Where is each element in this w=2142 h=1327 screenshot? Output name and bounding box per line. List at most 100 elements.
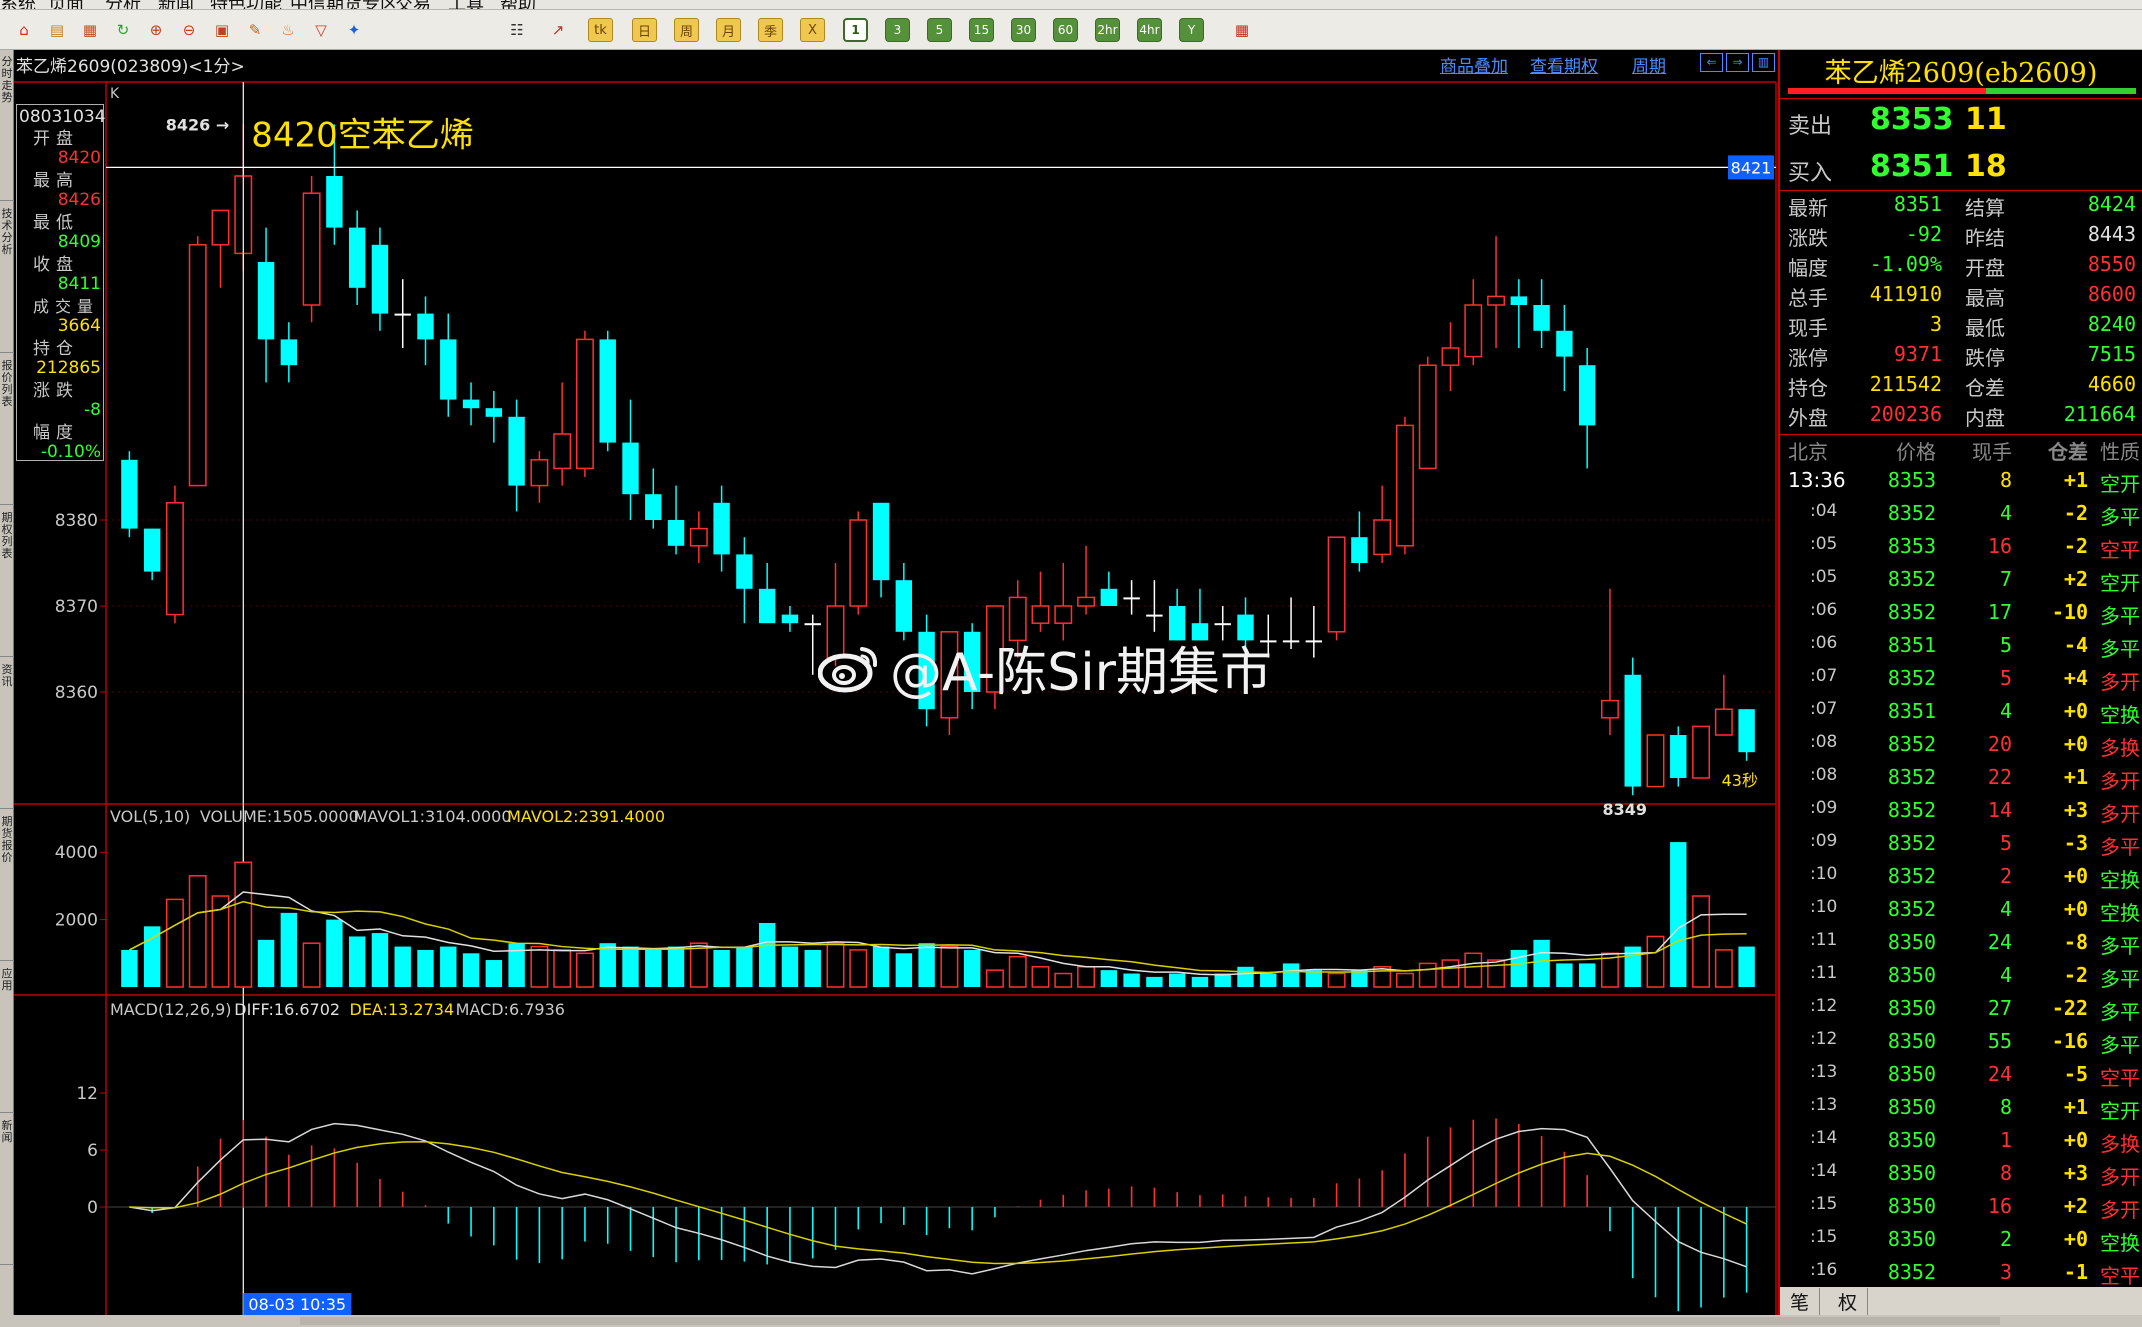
tick-row[interactable]: :04 8352 4 -2 多平 [1780, 501, 2142, 534]
home-icon[interactable]: ⌂ [12, 18, 36, 42]
chart-arrows[interactable]: ⇐ ⇒ ▥ [1700, 53, 1775, 72]
tick-row[interactable]: 13:36 8353 8 +1 空开 [1780, 468, 2142, 501]
tick-row[interactable]: :11 8350 4 -2 多平 [1780, 963, 2142, 996]
tick-row[interactable]: :11 8350 24 -8 多平 [1780, 930, 2142, 963]
volume-bar [1578, 963, 1596, 987]
volume-bar [1441, 959, 1460, 988]
tick-row[interactable]: :07 8351 4 +0 空换 [1780, 699, 2142, 732]
quote-label: 昨结 [1965, 226, 2005, 250]
refresh-icon[interactable]: ↻ [111, 18, 135, 42]
season-icon[interactable]: 季 [758, 18, 783, 42]
x-icon[interactable]: X [800, 18, 825, 42]
tick-row[interactable]: :07 8352 5 +4 多开 [1780, 666, 2142, 699]
tick-row[interactable]: :09 8352 5 -3 多平 [1780, 831, 2142, 864]
quote-footer-tab[interactable]: 笔 [1780, 1288, 1821, 1315]
filter-icon[interactable]: ▽ [309, 18, 333, 42]
tick-row[interactable]: :12 8350 55 -16 多平 [1780, 1029, 2142, 1062]
tick-icon[interactable]: tk [588, 18, 613, 42]
candle-body [849, 519, 868, 607]
tick-row[interactable]: :08 8352 20 +0 多换 [1780, 732, 2142, 765]
tick-row[interactable]: :13 8350 24 -5 空平 [1780, 1062, 2142, 1095]
cycle-3[interactable]: 3 [885, 18, 910, 42]
tick-row[interactable]: :06 8352 17 -10 多平 [1780, 600, 2142, 633]
arrow-left-icon[interactable]: ⇐ [1700, 53, 1723, 72]
cycle-1[interactable]: 1 [843, 18, 868, 42]
macd-label: DEA:13.2734 [350, 1000, 455, 1019]
tick-row[interactable]: :10 8352 4 +0 空换 [1780, 897, 2142, 930]
link-overlay[interactable]: 商品叠加 [1440, 52, 1508, 77]
candle-body [1282, 640, 1300, 643]
tick-time: :12 [1810, 996, 1838, 1016]
menu-item[interactable]: 工具 [448, 0, 484, 9]
cycle-2hr[interactable]: 2hr [1095, 18, 1120, 42]
tick-row[interactable]: :08 8352 22 +1 多开 [1780, 765, 2142, 798]
data-label: 幅度 [33, 423, 79, 443]
menu-item[interactable]: 特色功能 [210, 0, 282, 9]
volume-bar [188, 875, 207, 988]
cycle-15[interactable]: 15 [969, 18, 994, 42]
tick-volume: 5 [1999, 831, 2012, 855]
calendar-icon[interactable]: ▦ [1230, 18, 1254, 42]
tick-row[interactable]: :12 8350 27 -22 多平 [1780, 996, 2142, 1029]
volume-bar [257, 939, 275, 987]
candle-body [165, 502, 184, 616]
new-icon[interactable]: ✦ [342, 18, 366, 42]
arrow-right-icon[interactable]: ⇒ [1726, 53, 1749, 72]
month-icon[interactable]: 月 [716, 18, 741, 42]
zoom-in-icon[interactable]: ⊕ [144, 18, 168, 42]
tick-row[interactable]: :15 8350 16 +2 多开 [1780, 1194, 2142, 1227]
fire-icon[interactable]: ♨ [276, 18, 300, 42]
candle-body [1556, 330, 1573, 357]
volume-bar [895, 953, 913, 987]
chart-icon[interactable]: ▦ [78, 18, 102, 42]
week-icon[interactable]: 周 [674, 18, 699, 42]
menu-item[interactable]: 交易 [395, 0, 431, 9]
tick-row[interactable]: :06 8351 5 -4 多平 [1780, 633, 2142, 666]
link-options[interactable]: 查看期权 [1530, 52, 1598, 77]
window-icon[interactable]: ▣ [210, 18, 234, 42]
volume-bar [1077, 966, 1096, 988]
tick-row[interactable]: :10 8352 2 +0 空换 [1780, 864, 2142, 897]
trend-icon[interactable]: ↗ [546, 18, 570, 42]
cycle-30[interactable]: 30 [1011, 18, 1036, 42]
quote-footer-tab[interactable]: 权 [1828, 1288, 1869, 1315]
tick-row[interactable]: :05 8352 7 +2 空开 [1780, 567, 2142, 600]
tick-row[interactable]: :05 8353 16 -2 空平 [1780, 534, 2142, 567]
table-icon[interactable]: ☷ [505, 18, 529, 42]
sell-price: 8353 [1870, 102, 1954, 137]
tick-row[interactable]: :09 8352 14 +3 多开 [1780, 798, 2142, 831]
menu-item[interactable]: 页面 [48, 0, 84, 9]
tick-header-cell: 现手 [1972, 440, 2012, 464]
cycle-Y[interactable]: Y [1179, 18, 1204, 42]
cycle-4hr[interactable]: 4hr [1137, 18, 1162, 42]
tick-row[interactable]: :15 8350 2 +0 空换 [1780, 1227, 2142, 1260]
tick-time: :15 [1810, 1227, 1838, 1247]
cycle-5[interactable]: 5 [927, 18, 952, 42]
menu-item[interactable]: 系统 [0, 0, 36, 9]
zoom-out-icon[interactable]: ⊖ [177, 18, 201, 42]
tick-time: :07 [1810, 666, 1838, 686]
tick-row[interactable]: :14 8350 1 +0 多换 [1780, 1128, 2142, 1161]
candle-body [1123, 597, 1140, 600]
menu-item[interactable]: 分析 [105, 0, 141, 9]
volume-bar [781, 946, 799, 987]
quote-label: 最高 [1965, 286, 2005, 310]
tick-row[interactable]: :13 8350 8 +1 空开 [1780, 1095, 2142, 1128]
volume-bar [165, 898, 184, 988]
cycle-60[interactable]: 60 [1053, 18, 1078, 42]
folder-icon[interactable]: ▤ [45, 18, 69, 42]
menu-item[interactable]: 中信期货专区 [290, 0, 398, 9]
pen-icon[interactable]: ✎ [243, 18, 267, 42]
tick-time: :05 [1810, 534, 1838, 554]
volume-bar [462, 953, 480, 987]
data-label: 涨跌 [33, 381, 79, 401]
quote-label: 最新 [1788, 196, 1828, 220]
tick-price: 8352 [1887, 1260, 1936, 1284]
link-period[interactable]: 周期 [1632, 52, 1666, 77]
day-icon[interactable]: 日 [632, 18, 657, 42]
menu-item[interactable]: 新闻 [158, 0, 194, 9]
layout-icon[interactable]: ▥ [1752, 53, 1775, 72]
tick-row[interactable]: :14 8350 8 +3 多开 [1780, 1161, 2142, 1194]
menu-item[interactable]: 帮助 [500, 0, 536, 9]
quote-label: 仓差 [1965, 376, 2005, 400]
